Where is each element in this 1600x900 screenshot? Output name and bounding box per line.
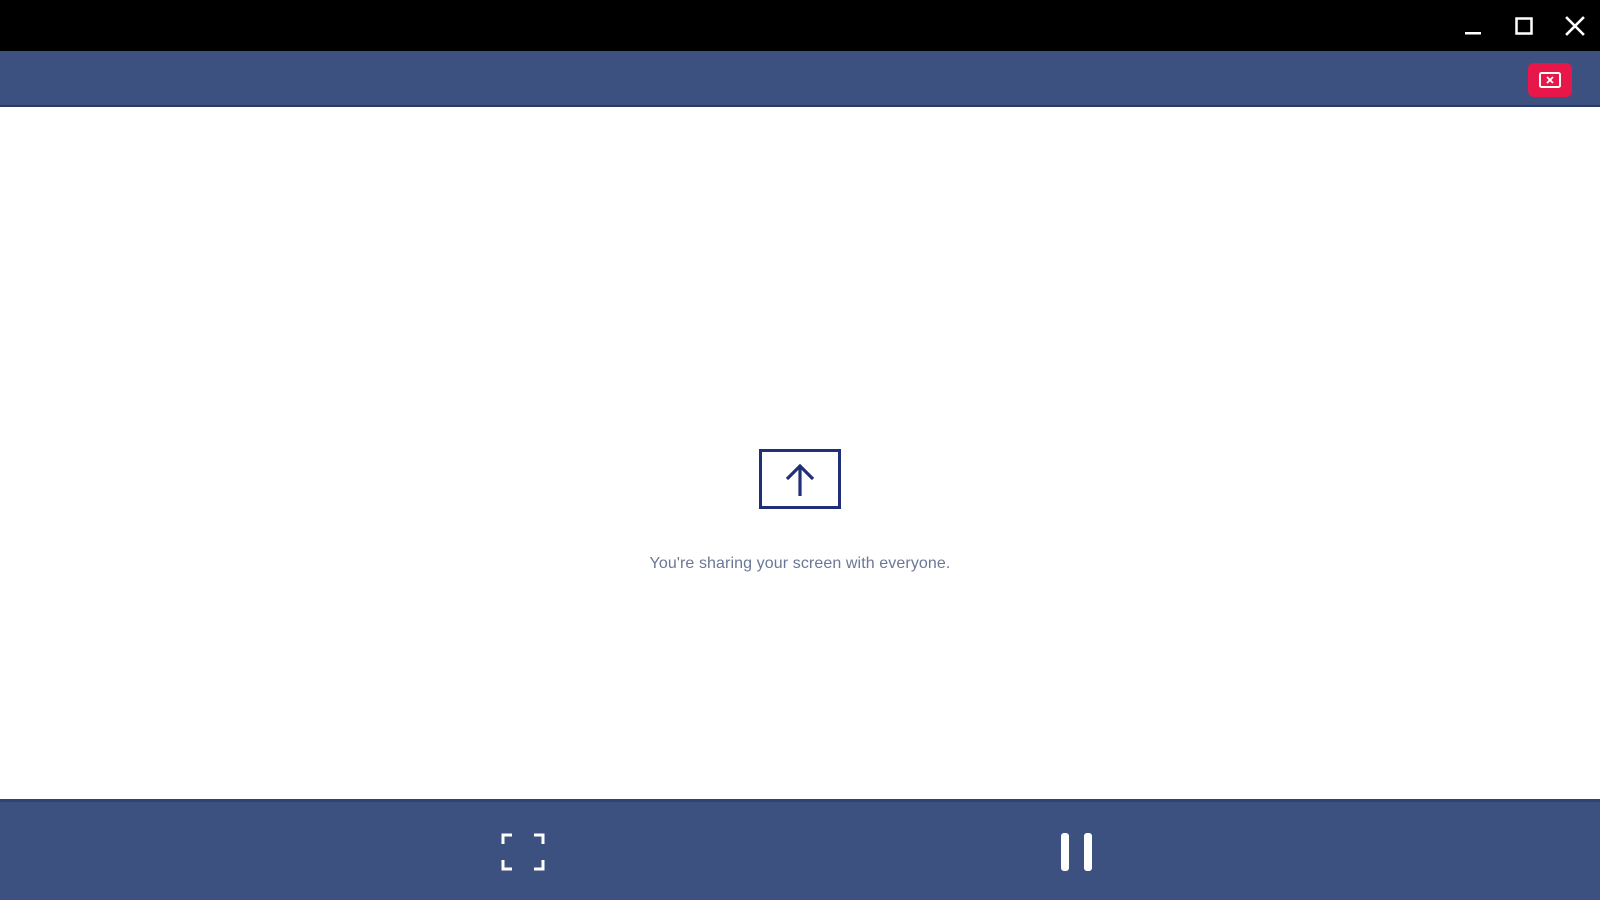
title-bar	[0, 0, 1600, 51]
close-button[interactable]	[1559, 10, 1591, 42]
screen-share-icon	[759, 449, 841, 509]
top-toolbar	[0, 51, 1600, 107]
maximize-button[interactable]	[1508, 10, 1540, 42]
pause-button[interactable]	[1053, 828, 1101, 876]
main-content: You're sharing your screen with everyone…	[0, 107, 1600, 799]
pause-icon	[1061, 833, 1092, 871]
app-window: You're sharing your screen with everyone…	[0, 0, 1600, 900]
stop-screen-share-icon	[1539, 72, 1561, 88]
fullscreen-icon	[501, 833, 545, 871]
sharing-status-message: You're sharing your screen with everyone…	[649, 555, 951, 572]
fullscreen-button[interactable]	[499, 828, 547, 876]
minimize-button[interactable]	[1457, 10, 1489, 42]
close-icon	[1565, 16, 1585, 36]
bottom-controls-bar	[0, 799, 1600, 900]
maximize-icon	[1515, 17, 1533, 35]
minimize-icon	[1465, 32, 1481, 35]
stop-sharing-button[interactable]	[1528, 63, 1572, 97]
